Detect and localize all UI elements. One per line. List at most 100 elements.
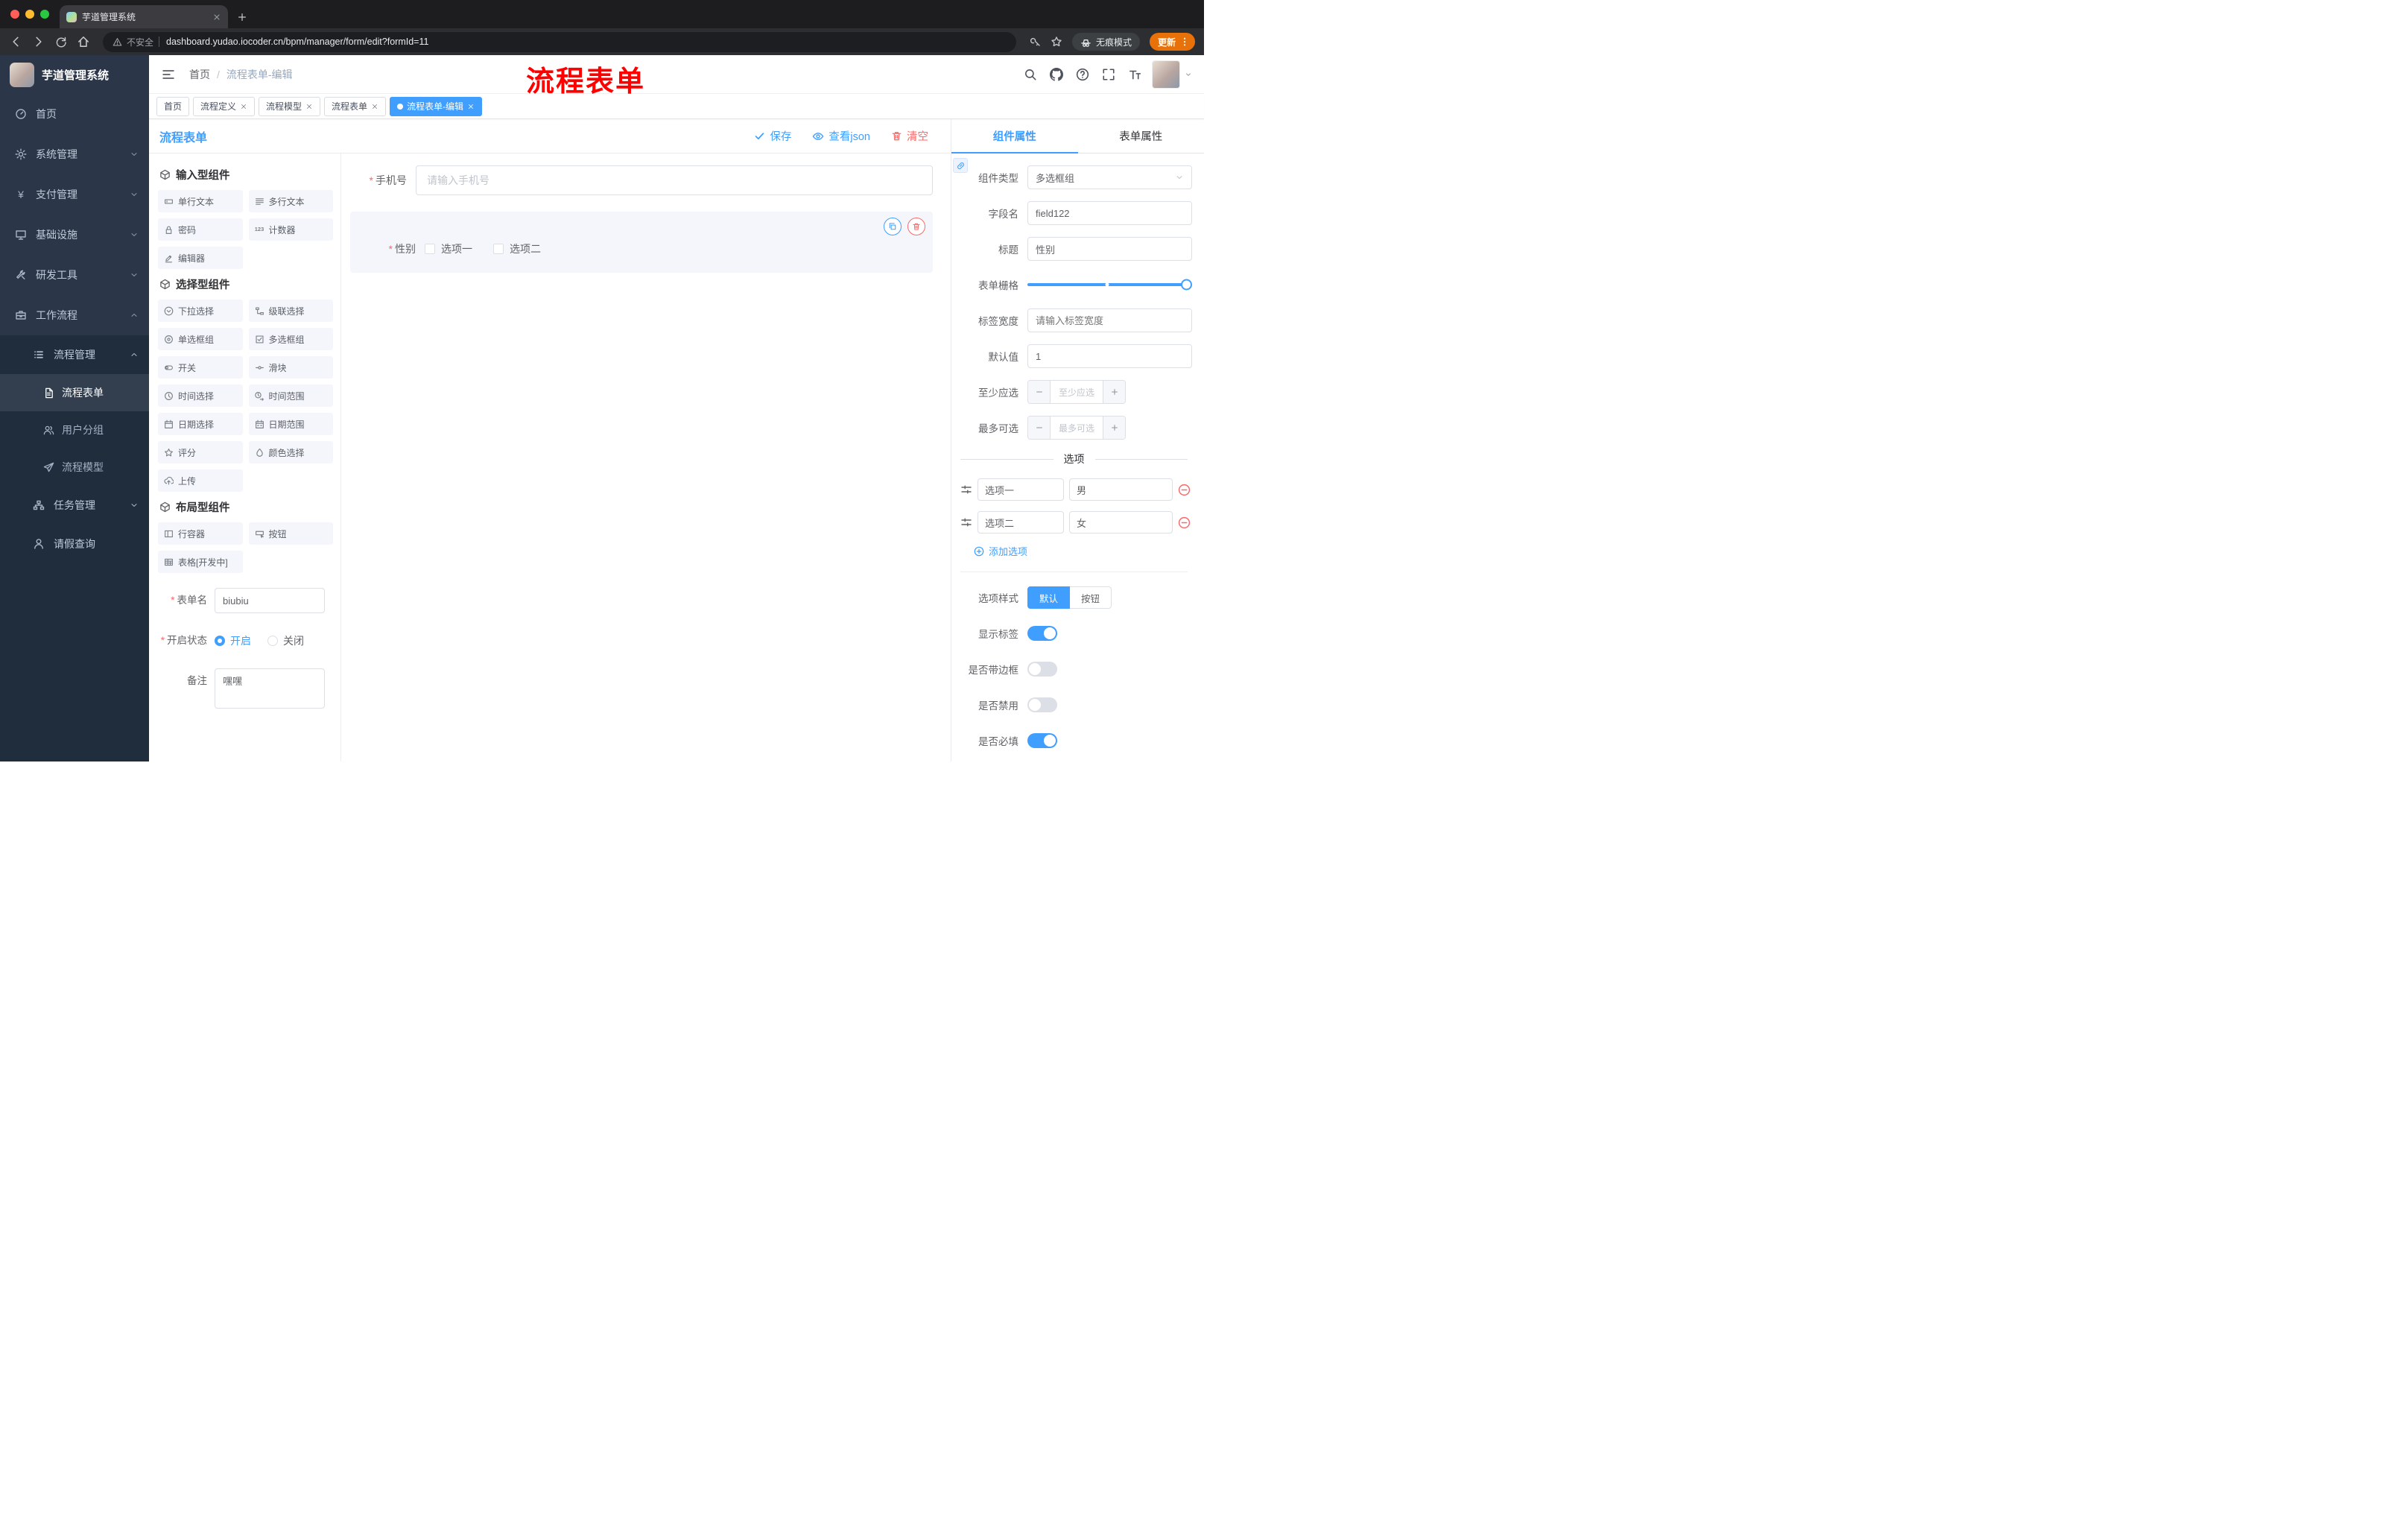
palette-item-radio-group[interactable]: 单选框组: [158, 328, 243, 350]
palette-item-single-text[interactable]: 单行文本: [158, 190, 243, 212]
forward-button[interactable]: [32, 35, 45, 48]
slider-knob[interactable]: [1181, 279, 1192, 291]
address-bar[interactable]: 不安全 dashboard.yudao.iocoder.cn/bpm/manag…: [103, 31, 1016, 52]
slider-track[interactable]: [1027, 279, 1192, 291]
palette-item-time-picker[interactable]: 时间选择: [158, 384, 243, 407]
sidebar-item-task-management[interactable]: 任务管理: [0, 486, 149, 525]
status-on-radio[interactable]: 开启: [215, 633, 251, 648]
palette-item-switch[interactable]: 开关: [158, 356, 243, 379]
security-warning-icon[interactable]: [113, 37, 122, 47]
sidebar-item-devtools[interactable]: 研发工具: [0, 255, 149, 295]
form-name-input[interactable]: [215, 588, 325, 613]
window-minimize-button[interactable]: [25, 10, 34, 19]
avatar-caret-icon[interactable]: [1185, 71, 1192, 78]
hamburger-menu-icon[interactable]: [161, 67, 176, 82]
palette-item-multi-text[interactable]: 多行文本: [248, 190, 333, 212]
show-label-toggle[interactable]: [1027, 626, 1057, 641]
palette-item-dropdown[interactable]: 下拉选择: [158, 300, 243, 322]
min-select-stepper[interactable]: 至少应选: [1027, 380, 1126, 404]
option-name-input[interactable]: [978, 478, 1064, 501]
default-value-input[interactable]: [1027, 344, 1192, 368]
with-border-toggle[interactable]: [1027, 662, 1057, 677]
title-input[interactable]: [1027, 237, 1192, 261]
update-button[interactable]: 更新: [1149, 33, 1195, 51]
form-remark-textarea[interactable]: 嘿嘿: [215, 668, 325, 709]
palette-item-button[interactable]: 按钮: [248, 522, 333, 545]
gender-option-1-checkbox[interactable]: 选项一: [425, 241, 472, 256]
password-key-icon[interactable]: [1029, 36, 1041, 48]
browser-menu-icon[interactable]: [1179, 37, 1190, 47]
palette-item-slider[interactable]: 滑块: [248, 356, 333, 379]
tag-home[interactable]: 首页: [156, 96, 190, 116]
bookmark-star-icon[interactable]: [1051, 36, 1062, 48]
palette-item-row-container[interactable]: 行容器: [158, 522, 243, 545]
remove-option-icon[interactable]: [1178, 516, 1191, 529]
github-icon[interactable]: [1050, 67, 1063, 81]
add-option-button[interactable]: 添加选项: [974, 544, 1192, 558]
help-icon[interactable]: [1076, 68, 1089, 81]
sidebar-item-infrastructure[interactable]: 基础设施: [0, 215, 149, 255]
font-size-icon[interactable]: [1128, 68, 1141, 81]
tab-close-icon[interactable]: [212, 13, 221, 22]
palette-item-date-picker[interactable]: 日期选择: [158, 413, 243, 435]
palette-item-checkbox-group[interactable]: 多选框组: [248, 328, 333, 350]
phone-input[interactable]: [416, 165, 933, 195]
status-off-radio[interactable]: 关闭: [267, 633, 304, 648]
save-button[interactable]: 保存: [754, 128, 791, 144]
sidebar-item-system[interactable]: 系统管理: [0, 134, 149, 174]
palette-item-rate[interactable]: 评分: [158, 441, 243, 463]
remove-option-icon[interactable]: [1178, 484, 1191, 496]
option-value-input[interactable]: [1069, 478, 1173, 501]
fullscreen-icon[interactable]: [1102, 68, 1115, 81]
style-button-button[interactable]: 按钮: [1070, 586, 1112, 609]
sidebar-item-process-form[interactable]: 流程表单: [0, 374, 149, 411]
palette-item-color-picker[interactable]: 颜色选择: [248, 441, 333, 463]
stepper-value[interactable]: 至少应选: [1051, 381, 1103, 403]
max-select-stepper[interactable]: 最多可选: [1027, 416, 1126, 440]
tag-close-icon[interactable]: [240, 103, 247, 110]
tag-process-model[interactable]: 流程模型: [259, 96, 321, 116]
gender-option-2-checkbox[interactable]: 选项二: [493, 241, 541, 256]
option-value-input[interactable]: [1069, 511, 1173, 533]
sidebar-item-home[interactable]: 首页: [0, 94, 149, 134]
browser-tab[interactable]: 芋道管理系统: [60, 5, 228, 28]
palette-item-date-range[interactable]: 日期范围: [248, 413, 333, 435]
field-phone[interactable]: 手机号: [350, 165, 933, 195]
tag-close-icon[interactable]: [305, 103, 313, 110]
sidebar-item-payment[interactable]: ¥ 支付管理: [0, 174, 149, 215]
selected-widget-gender[interactable]: 性别 选项一 选项二: [350, 212, 933, 273]
required-toggle[interactable]: [1027, 733, 1057, 748]
tab-form-props[interactable]: 表单属性: [1078, 119, 1205, 153]
tag-close-icon[interactable]: [371, 103, 378, 110]
sidebar-item-user-group[interactable]: 用户分组: [0, 411, 149, 449]
palette-item-password[interactable]: 密码: [158, 218, 243, 241]
palette-item-cascader[interactable]: 级联选择: [248, 300, 333, 322]
link-icon[interactable]: [953, 158, 968, 173]
palette-item-time-range[interactable]: 时间范围: [248, 384, 333, 407]
sidebar-item-leave-query[interactable]: 请假查询: [0, 525, 149, 563]
stepper-increase-button[interactable]: [1103, 381, 1125, 403]
drag-handle-icon[interactable]: [960, 484, 972, 495]
reload-button[interactable]: [55, 36, 67, 48]
tag-process-form-edit[interactable]: 流程表单-编辑: [390, 96, 483, 116]
search-icon[interactable]: [1024, 68, 1037, 81]
palette-item-table[interactable]: 表格[开发中]: [158, 551, 243, 573]
breadcrumb-home[interactable]: 首页: [189, 67, 210, 82]
clear-button[interactable]: 清空: [891, 128, 928, 144]
delete-widget-button[interactable]: [907, 218, 925, 235]
style-default-button[interactable]: 默认: [1027, 586, 1071, 609]
tag-close-icon[interactable]: [467, 103, 475, 110]
tag-process-form[interactable]: 流程表单: [324, 96, 387, 116]
drag-handle-icon[interactable]: [960, 516, 972, 528]
stepper-increase-button[interactable]: [1103, 417, 1125, 439]
stepper-value[interactable]: 最多可选: [1051, 417, 1103, 439]
window-zoom-button[interactable]: [40, 10, 49, 19]
component-type-select[interactable]: 多选框组: [1027, 165, 1192, 189]
tag-process-definition[interactable]: 流程定义: [193, 96, 256, 116]
field-name-input[interactable]: [1027, 201, 1192, 225]
view-json-button[interactable]: 查看json: [812, 128, 870, 144]
option-name-input[interactable]: [978, 511, 1064, 533]
sidebar-item-process-model[interactable]: 流程模型: [0, 449, 149, 486]
sidebar-item-process-management[interactable]: 流程管理: [0, 335, 149, 374]
copy-widget-button[interactable]: [884, 218, 902, 235]
